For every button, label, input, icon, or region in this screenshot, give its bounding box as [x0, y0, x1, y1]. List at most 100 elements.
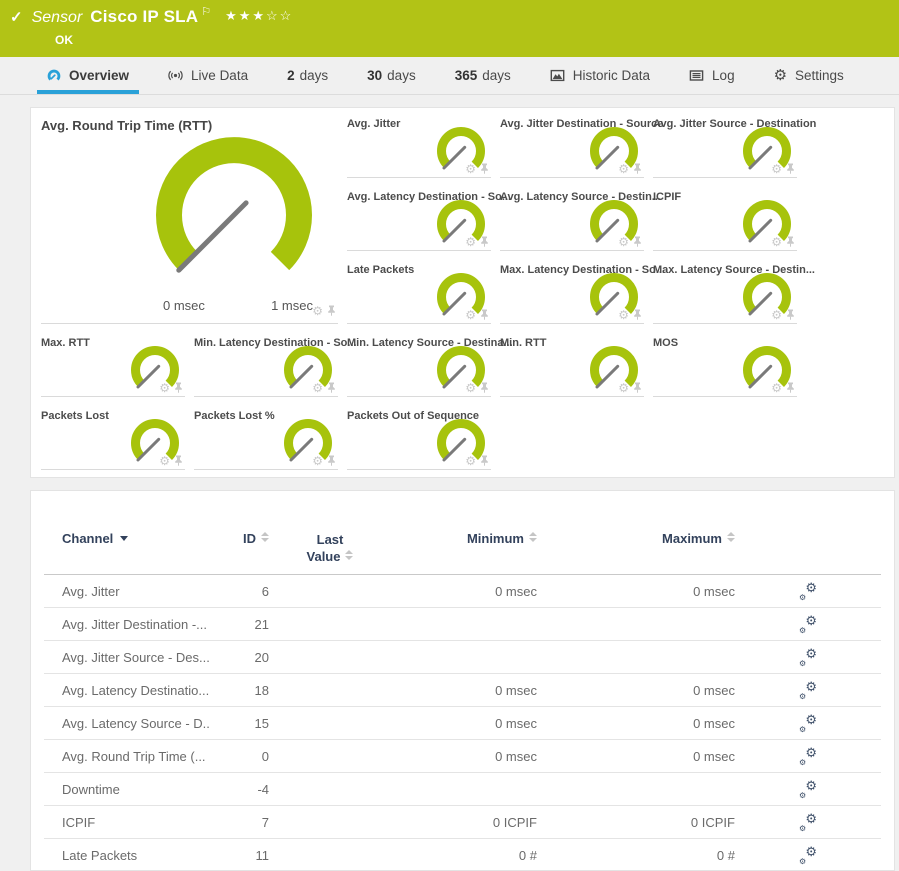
gauge-pin-icon[interactable] — [480, 455, 489, 466]
gauge-pin-icon[interactable] — [786, 309, 795, 320]
table-row-avg-latency-destinatio: Avg. Latency Destinatio...180 msec0 msec… — [44, 674, 881, 707]
gauge-pin-icon[interactable] — [480, 382, 489, 393]
gauge-mos: MOS⚙ — [653, 335, 797, 397]
gauge-settings-gear-icon[interactable]: ⚙ — [771, 164, 782, 174]
gauge-pin-icon[interactable] — [480, 163, 489, 174]
channel-settings-icon[interactable]: ⚙⚙ — [799, 682, 817, 699]
tab-settings[interactable]: ⚙Settings — [771, 57, 847, 94]
gauge-pin-icon[interactable] — [633, 236, 642, 247]
gauge-settings-gear-icon[interactable]: ⚙ — [465, 383, 476, 393]
column-header-id[interactable]: ID — [209, 531, 269, 546]
gauge-max-rtt: Max. RTT⚙ — [41, 335, 185, 397]
channel-name[interactable]: Late Packets — [44, 848, 209, 863]
gauge-settings-gear-icon[interactable]: ⚙ — [465, 237, 476, 247]
historic-data-icon — [550, 69, 565, 82]
tab-historic-data[interactable]: Historic Data — [547, 57, 653, 94]
tab-log[interactable]: Log — [686, 57, 738, 94]
gauge-pin-icon[interactable] — [786, 382, 795, 393]
gauge-min-latency-source-destina: Min. Latency Source - Destina...⚙ — [347, 335, 491, 397]
gauge-pin-icon[interactable] — [633, 382, 642, 393]
gauge-pin-icon[interactable] — [480, 309, 489, 320]
channel-settings-icon[interactable]: ⚙⚙ — [799, 583, 817, 600]
gauge-pin-icon[interactable] — [327, 455, 336, 466]
gauge-title: Avg. Round Trip Time (RTT) — [41, 118, 338, 133]
gauge-settings-gear-icon[interactable]: ⚙ — [618, 237, 629, 247]
gauge-max-label: 1 msec — [271, 298, 313, 313]
gauge-actions: ⚙ — [159, 455, 183, 466]
tab-live-data[interactable]: Live Data — [165, 57, 251, 94]
gauge-actions: ⚙ — [465, 455, 489, 466]
channel-id: 18 — [209, 683, 269, 698]
tab-2-days[interactable]: 2days — [284, 57, 331, 94]
stars-empty[interactable]: ☆☆ — [266, 8, 293, 23]
gauge-avg-jitter-destination-source: Avg. Jitter Destination - Source⚙ — [500, 116, 644, 178]
gauge-settings-gear-icon[interactable]: ⚙ — [771, 310, 782, 320]
settings-icon: ⚙ — [774, 69, 787, 82]
gauge-pin-icon[interactable] — [480, 236, 489, 247]
channel-settings-icon[interactable]: ⚙⚙ — [799, 715, 817, 732]
gauge-settings-gear-icon[interactable]: ⚙ — [312, 456, 323, 466]
channel-name[interactable]: Downtime — [44, 782, 209, 797]
channel-settings-icon[interactable]: ⚙⚙ — [799, 649, 817, 666]
gauge-actions: ⚙ — [618, 236, 642, 247]
gauge-settings-gear-icon[interactable]: ⚙ — [465, 164, 476, 174]
gauge-pin-icon[interactable] — [633, 163, 642, 174]
gauge-settings-gear-icon[interactable]: ⚙ — [771, 237, 782, 247]
gauge-pin-icon[interactable] — [633, 309, 642, 320]
tab-bar: Overview Live Data 2days 30days 365days Histo… — [0, 57, 899, 95]
gauge-actions: ⚙ — [312, 305, 336, 316]
gauge-pin-icon[interactable] — [786, 236, 795, 247]
table-row-avg-round-trip-time: Avg. Round Trip Time (...00 msec0 msec⚙⚙ — [44, 740, 881, 773]
column-header-maximum[interactable]: Maximum — [537, 531, 735, 546]
gauge-settings-gear-icon[interactable]: ⚙ — [159, 456, 170, 466]
gauge-pin-icon[interactable] — [174, 382, 183, 393]
channel-settings-icon[interactable]: ⚙⚙ — [799, 748, 817, 765]
channel-name[interactable]: ICPIF — [44, 815, 209, 830]
sort-icon — [727, 532, 735, 542]
channel-name[interactable]: Avg. Latency Source - D... — [44, 716, 209, 731]
channel-minimum: 0 msec — [391, 716, 537, 731]
gauge-settings-gear-icon[interactable]: ⚙ — [618, 164, 629, 174]
channel-name[interactable]: Avg. Round Trip Time (... — [44, 749, 209, 764]
tab-overview[interactable]: Overview — [44, 57, 132, 94]
gauge-packets-lost: Packets Lost %⚙ — [194, 408, 338, 470]
rtt-gauge — [152, 135, 316, 282]
column-header-channel[interactable]: Channel — [44, 531, 209, 546]
gauge-avg-latency-destination-so: Avg. Latency Destination - So...⚙ — [347, 189, 491, 251]
flag-icon[interactable]: ⚐ — [201, 5, 211, 18]
stars-filled[interactable]: ★★★ — [225, 8, 266, 23]
table-row-late-packets: Late Packets110 #0 #⚙⚙ — [44, 839, 881, 871]
column-header-minimum[interactable]: Minimum — [391, 531, 537, 546]
channel-name[interactable]: Avg. Latency Destinatio... — [44, 683, 209, 698]
channel-settings-icon[interactable]: ⚙⚙ — [799, 781, 817, 798]
gauge-settings-gear-icon[interactable]: ⚙ — [159, 383, 170, 393]
channel-settings-icon[interactable]: ⚙⚙ — [799, 616, 817, 633]
priority-stars[interactable]: ★★★☆☆ — [225, 8, 293, 24]
tab-30-days[interactable]: 30days — [364, 57, 419, 94]
gauge-settings-gear-icon[interactable]: ⚙ — [465, 310, 476, 320]
channel-name[interactable]: Avg. Jitter Source - Des... — [44, 650, 209, 665]
gauge-pin-icon[interactable] — [327, 305, 336, 316]
gauge-min-rtt: Min. RTT⚙ — [500, 335, 644, 397]
channel-settings-icon[interactable]: ⚙⚙ — [799, 847, 817, 864]
gauge-pin-icon[interactable] — [174, 455, 183, 466]
sort-icon — [261, 532, 269, 542]
channel-settings-icon[interactable]: ⚙⚙ — [799, 814, 817, 831]
channel-id: 7 — [209, 815, 269, 830]
channel-table-card: Channel ID Last Value Minimum Maximum Av… — [30, 490, 895, 871]
gauge-settings-gear-icon[interactable]: ⚙ — [465, 456, 476, 466]
gauge-settings-gear-icon[interactable]: ⚙ — [312, 383, 323, 393]
log-icon — [689, 69, 704, 82]
table-row-avg-jitter: Avg. Jitter60 msec0 msec⚙⚙ — [44, 575, 881, 608]
gauge-settings-gear-icon[interactable]: ⚙ — [312, 306, 323, 316]
gauge-pin-icon[interactable] — [327, 382, 336, 393]
gauge-settings-gear-icon[interactable]: ⚙ — [618, 310, 629, 320]
gauge-settings-gear-icon[interactable]: ⚙ — [618, 383, 629, 393]
column-header-last-value[interactable]: Last Value — [269, 531, 391, 565]
gauge-actions: ⚙ — [465, 309, 489, 320]
channel-name[interactable]: Avg. Jitter Destination -... — [44, 617, 209, 632]
gauge-settings-gear-icon[interactable]: ⚙ — [771, 383, 782, 393]
gauge-pin-icon[interactable] — [786, 163, 795, 174]
channel-name[interactable]: Avg. Jitter — [44, 584, 209, 599]
tab-365-days[interactable]: 365days — [452, 57, 514, 94]
